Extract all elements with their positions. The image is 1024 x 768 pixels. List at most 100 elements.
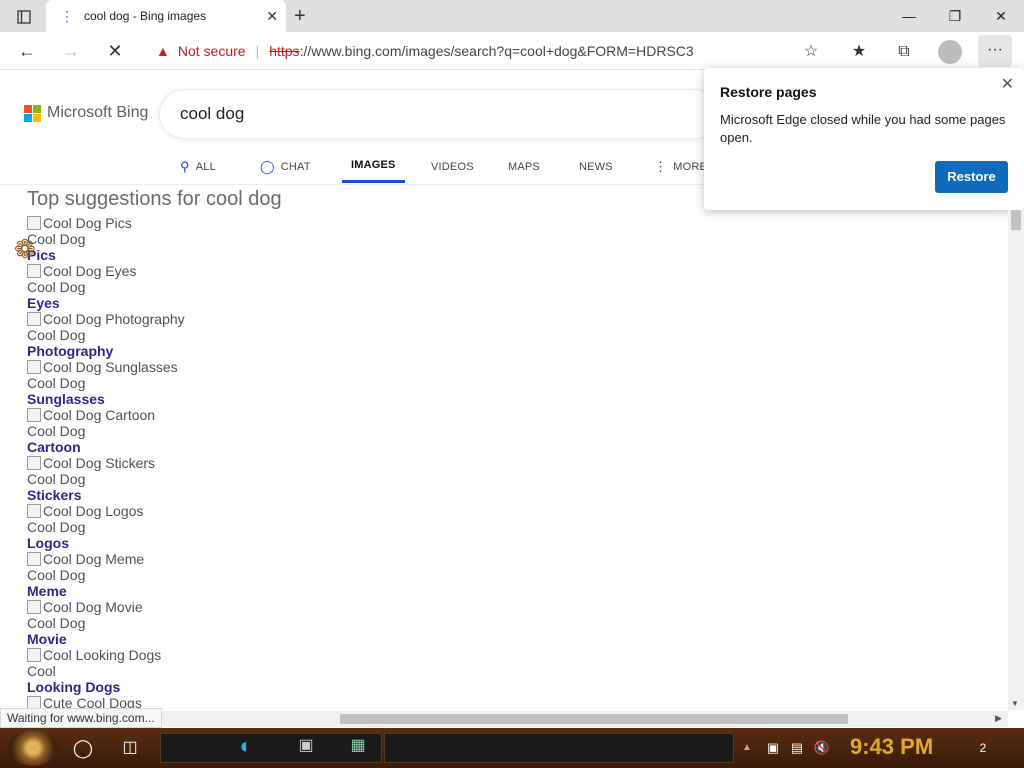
suggestion-line1[interactable]: Cool Dog [27,423,527,439]
collections-icon[interactable]: ⧉ [893,41,915,63]
suggestion-line2[interactable]: Movie [27,631,527,647]
vertical-scroll-thumb[interactable] [1011,210,1021,230]
popup-title: Restore pages [720,84,817,100]
suggestion-image[interactable]: Cool Dog Sunglasses [27,359,527,375]
url-text: ://www.bing.com/images/search?q=cool+dog… [299,43,694,59]
security-label[interactable]: Not secure [178,43,246,59]
suggestion-line1[interactable]: Cool Dog [27,375,527,391]
more-options-button[interactable]: ··· [978,35,1012,67]
scope-news[interactable]: NEWS [579,150,613,183]
scope-more[interactable]: ⋮ MORE [654,150,707,183]
suggestion-line2[interactable]: Photography [27,343,527,359]
address-bar[interactable]: ▲ Not secure | https ://www.bing.com/ima… [144,37,834,65]
notification-icon[interactable]: 2 [970,734,996,762]
suggestion-line2[interactable]: Sunglasses [27,391,527,407]
suggestion-image[interactable]: Cool Dog Eyes [27,263,527,279]
stop-loading-icon[interactable]: ✕ [102,39,128,63]
cursor-butterfly-icon: ❁ [14,234,36,264]
tab-close-icon[interactable]: ✕ [266,8,278,25]
suggestion-line1[interactable]: Cool Dog [27,327,527,343]
scope-all[interactable]: ⚲ ALL [180,150,216,183]
suggestion-image[interactable]: Cool Dog Movie [27,599,527,615]
suggestion-line2[interactable]: Pics [27,247,527,263]
suggestion-alt-text: Cool Dog Pics [43,215,132,231]
vertical-scrollbar[interactable]: ▼ [1008,210,1024,710]
suggestion-item[interactable]: Cool Dog Logos Cool Dog Logos [27,503,527,551]
broken-image-icon [27,648,41,662]
profile-avatar[interactable] [938,40,962,64]
suggestion-item[interactable]: Cool Dog Photography Cool Dog Photography [27,311,527,359]
browser-tab[interactable]: ⋮ cool dog - Bing images ✕ [46,0,286,32]
suggestion-line1[interactable]: Cool Dog [27,519,527,535]
suggestion-line2[interactable]: Logos [27,535,527,551]
scope-images[interactable]: IMAGES [342,150,405,183]
suggestion-item[interactable]: Cool Dog Stickers Cool Dog Stickers [27,455,527,503]
tab-actions-button[interactable] [8,6,40,28]
suggestion-item[interactable]: Cool Dog Pics Cool Dog Pics [27,215,527,263]
suggestion-item[interactable]: Cool Dog Movie Cool Dog Movie [27,599,527,647]
search-circle-icon[interactable]: ◯ [72,734,94,762]
suggestion-line1[interactable]: Cool Dog [27,231,527,247]
suggestion-line2[interactable]: Meme [27,583,527,599]
suggestion-alt-text: Cool Dog Photography [43,311,185,327]
suggestion-image[interactable]: Cool Looking Dogs [27,647,527,663]
suggestion-item[interactable]: Cool Looking Dogs Cool Looking Dogs [27,647,527,695]
suggestion-item[interactable]: Cool Dog Eyes Cool Dog Eyes [27,263,527,311]
broken-image-icon [27,264,41,278]
taskbar-apps-area: ◐ ▣ ▦ [160,733,382,763]
horizontal-scroll-thumb[interactable] [340,714,848,724]
scroll-down-icon[interactable]: ▼ [1011,699,1019,708]
suggestion-line1[interactable]: Cool [27,663,527,679]
suggestion-line2[interactable]: Eyes [27,295,527,311]
broken-image-icon [27,504,41,518]
network-icon[interactable]: ▤ [788,734,806,762]
meet-now-icon[interactable]: ▣ [764,734,782,762]
tray-overflow-icon[interactable]: ▲ [740,734,754,762]
suggestion-line2[interactable]: Looking Dogs [27,679,527,695]
restore-window-button[interactable]: ❐ [932,4,978,28]
bing-logo[interactable]: Microsoft Bing [24,104,148,122]
suggestion-line2[interactable]: Cartoon [27,439,527,455]
forward-icon[interactable]: → [58,39,84,63]
clock[interactable]: 9:43 PM [850,734,933,760]
suggestion-line2[interactable]: Stickers [27,487,527,503]
suggestion-line1[interactable]: Cool Dog [27,279,527,295]
volume-muted-icon[interactable]: 🔇 [812,734,832,762]
broken-image-icon [27,216,41,230]
suggestion-line1[interactable]: Cool Dog [27,615,527,631]
back-icon[interactable]: ← [14,39,40,63]
task-view-icon[interactable]: ◫ [118,734,142,762]
suggestion-image[interactable]: Cool Dog Photography [27,311,527,327]
add-favorite-icon[interactable]: ☆ [800,41,822,63]
popup-close-icon[interactable]: ✕ [1001,74,1014,94]
suggestion-item[interactable]: Cool Dog Meme Cool Dog Meme [27,551,527,599]
search-input[interactable]: cool dog [160,90,720,138]
scope-chat[interactable]: ◯ CHAT [260,150,311,183]
suggestion-item[interactable]: Cool Dog Cartoon Cool Dog Cartoon [27,407,527,455]
minimize-button[interactable]: — [886,4,932,28]
broken-image-icon [27,360,41,374]
suggestion-alt-text: Cool Dog Meme [43,551,145,567]
suggestion-image[interactable]: Cool Dog Logos [27,503,527,519]
document-app-icon[interactable]: ▦ [343,732,373,760]
app-icon[interactable]: ▣ [291,732,321,760]
suggestion-image[interactable]: Cool Dog Cartoon [27,407,527,423]
suggestion-image[interactable]: Cool Dog Meme [27,551,527,567]
suggestions-list: Cool Dog Pics Cool Dog Pics Cool Dog Eyes Co… [27,215,527,711]
scope-maps[interactable]: MAPS [508,150,540,183]
scroll-right-icon[interactable]: ▶ [995,713,1002,724]
restore-button[interactable]: Restore [935,161,1008,193]
suggestion-line1[interactable]: Cool Dog [27,567,527,583]
close-window-button[interactable]: ✕ [978,4,1024,28]
suggestion-line1[interactable]: Cool Dog [27,471,527,487]
suggestion-image[interactable]: Cool Dog Pics [27,215,527,231]
new-tab-button[interactable]: + [294,5,306,28]
scope-videos[interactable]: VIDEOS [431,150,474,183]
tab-actions-icon [17,10,31,24]
suggestion-item[interactable]: Cool Dog Sunglasses Cool Dog Sunglasses [27,359,527,407]
favorites-icon[interactable]: ★ [848,41,870,63]
search-query: cool dog [180,104,245,123]
edge-icon[interactable]: ◐ [231,732,261,760]
suggestion-image[interactable]: Cool Dog Stickers [27,455,527,471]
start-button[interactable] [8,730,58,766]
